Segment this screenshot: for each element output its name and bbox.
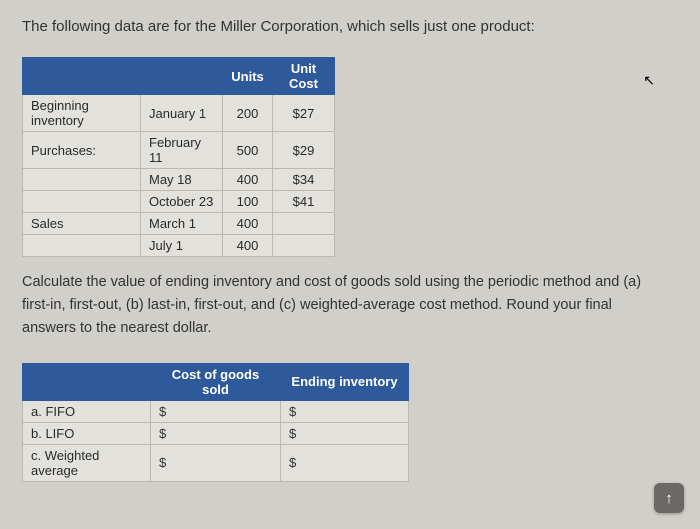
answer-table: Cost of goods sold Ending inventory a. F… [22, 363, 409, 482]
question-text: Calculate the value of ending inventory … [22, 271, 678, 341]
row-units: 400 [223, 235, 273, 257]
row-date: February 11 [141, 132, 223, 169]
row-label: Sales [23, 213, 141, 235]
row-cost [273, 213, 335, 235]
table-row: May 18 400 $34 [23, 169, 335, 191]
row-cost: $34 [273, 169, 335, 191]
method-label: c. Weighted average [23, 444, 151, 481]
arrow-up-icon: ↑ [665, 490, 673, 507]
row-units: 100 [223, 191, 273, 213]
hdr-cogs: Cost of goods sold [151, 363, 281, 400]
intro-text: The following data are for the Miller Co… [22, 18, 678, 35]
row-label: Beginning inventory [23, 95, 141, 132]
hdr-ending: Ending inventory [281, 363, 409, 400]
method-label: b. LIFO [23, 422, 151, 444]
hdr-blank-1 [23, 58, 141, 95]
row-units: 200 [223, 95, 273, 132]
scroll-top-button[interactable]: ↑ [654, 483, 684, 513]
hdr-unit-cost: Unit Cost [273, 58, 335, 95]
table-row: Purchases: February 11 500 $29 [23, 132, 335, 169]
method-label: a. FIFO [23, 400, 151, 422]
row-cost [273, 235, 335, 257]
row-cost: $29 [273, 132, 335, 169]
row-date: May 18 [141, 169, 223, 191]
table-row: Beginning inventory January 1 200 $27 [23, 95, 335, 132]
row-date: July 1 [141, 235, 223, 257]
row-units: 400 [223, 213, 273, 235]
hdr-units: Units [223, 58, 273, 95]
q-line: Calculate the value of ending inventory … [22, 274, 641, 290]
table-row: Sales March 1 400 [23, 213, 335, 235]
row-cost: $41 [273, 191, 335, 213]
hdr2-blank [23, 363, 151, 400]
table-row: a. FIFO $ $ [23, 400, 409, 422]
row-cost: $27 [273, 95, 335, 132]
ending-input[interactable]: $ [281, 422, 409, 444]
row-date: October 23 [141, 191, 223, 213]
cogs-input[interactable]: $ [151, 444, 281, 481]
row-date: March 1 [141, 213, 223, 235]
row-label: Purchases: [23, 132, 141, 169]
cogs-input[interactable]: $ [151, 422, 281, 444]
row-label [23, 169, 141, 191]
table-row: b. LIFO $ $ [23, 422, 409, 444]
table-row: October 23 100 $41 [23, 191, 335, 213]
ending-input[interactable]: $ [281, 400, 409, 422]
row-label [23, 191, 141, 213]
hdr-blank-2 [141, 58, 223, 95]
cursor-icon: ↖ [643, 72, 655, 89]
ending-input[interactable]: $ [281, 444, 409, 481]
q-line: answers to the nearest dollar. [22, 320, 211, 336]
row-units: 400 [223, 169, 273, 191]
table-row: July 1 400 [23, 235, 335, 257]
row-label [23, 235, 141, 257]
table-row: c. Weighted average $ $ [23, 444, 409, 481]
inventory-table: Units Unit Cost Beginning inventory Janu… [22, 57, 335, 257]
q-line: first-in, first-out, (b) last-in, first-… [22, 297, 612, 313]
row-date: January 1 [141, 95, 223, 132]
cogs-input[interactable]: $ [151, 400, 281, 422]
row-units: 500 [223, 132, 273, 169]
